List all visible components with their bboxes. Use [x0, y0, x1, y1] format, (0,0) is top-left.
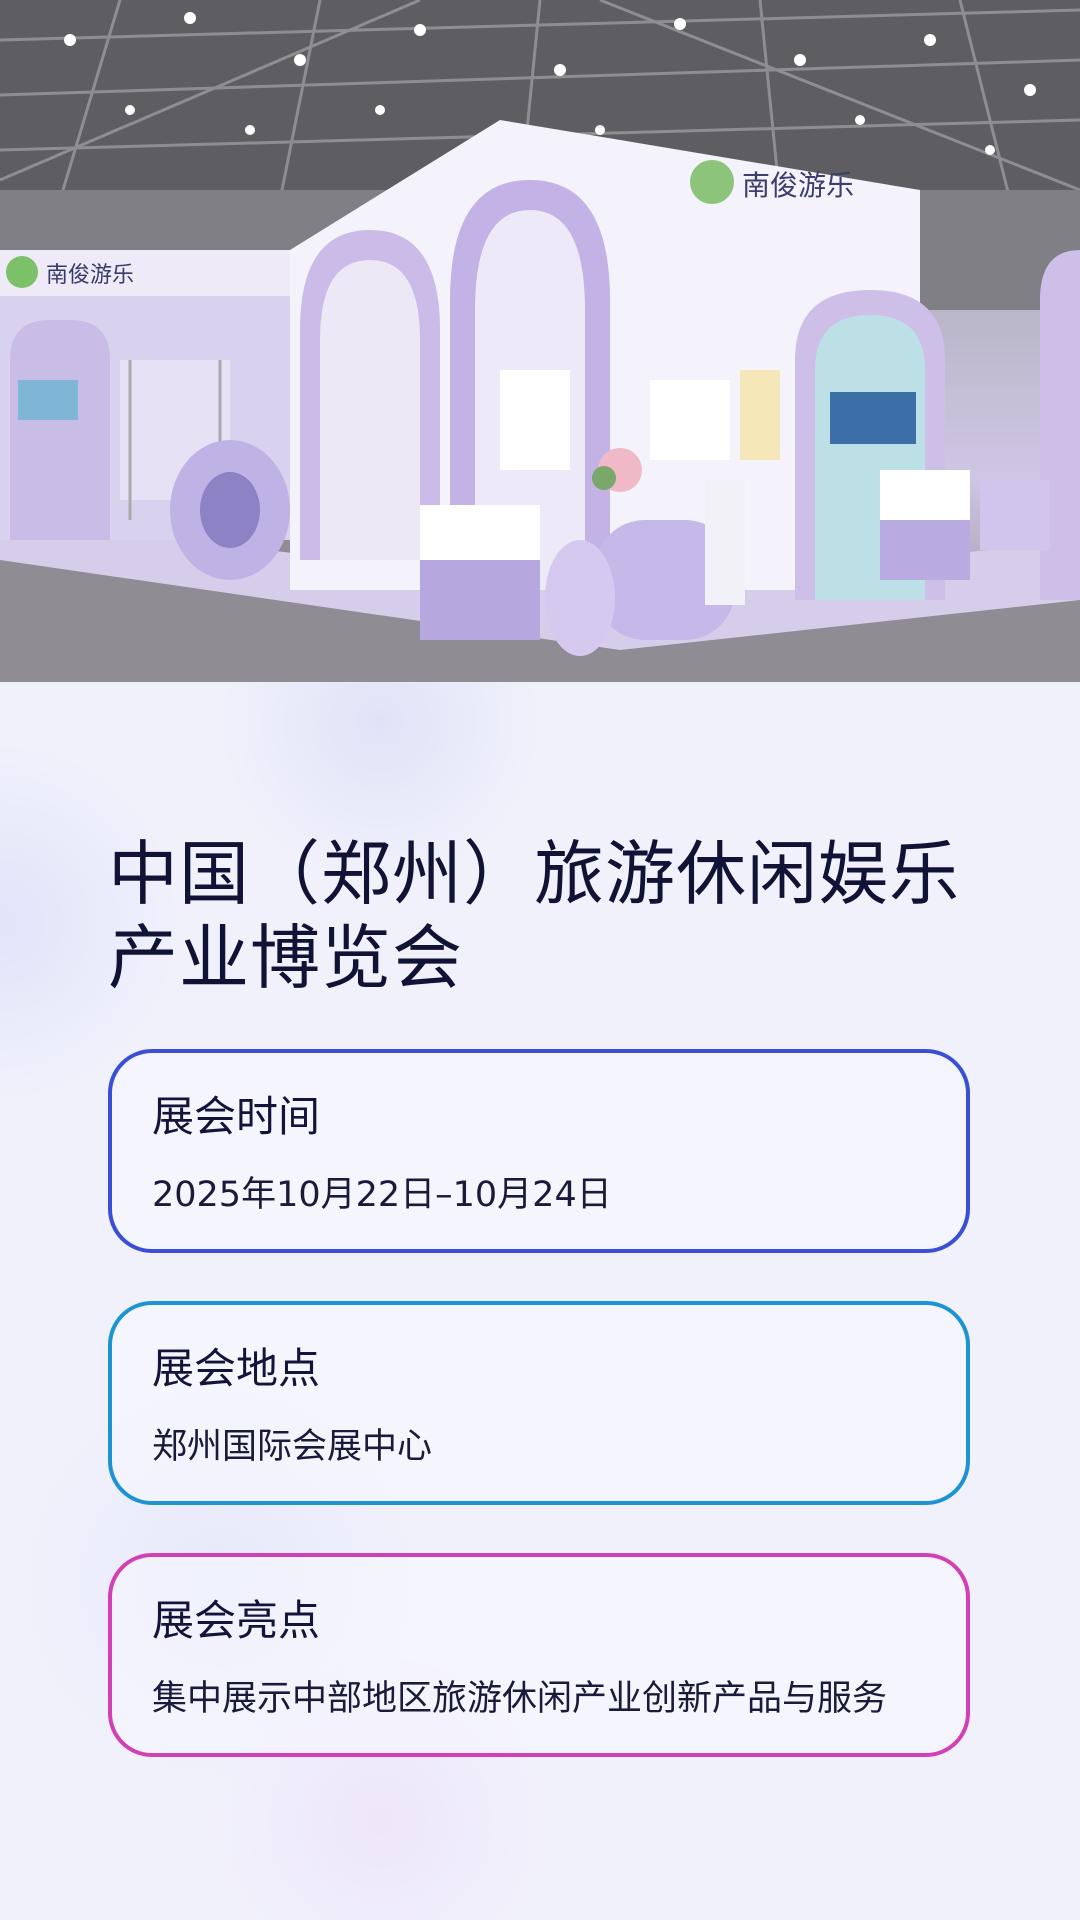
hero-photo: 南俊游乐 南俊游乐 — [0, 0, 1080, 682]
info-card-value: 集中展示中部地区旅游休闲产业创新产品与服务 — [152, 1679, 888, 1719]
page-title: 中国（郑州）旅游休闲娱乐产业博览会 — [108, 833, 960, 999]
info-card-label: 展会地点 — [152, 1344, 321, 1393]
info-card-venue: 展会地点 郑州国际会展中心 — [108, 1301, 970, 1505]
svg-text:南俊游乐: 南俊游乐 — [46, 263, 134, 288]
exhibition-info-section: 中国（郑州）旅游休闲娱乐产业博览会 展会时间 2025年10月22日–10月24… — [0, 682, 1080, 1920]
info-card-value: 2025年10月22日–10月24日 — [152, 1175, 612, 1215]
info-card-value: 郑州国际会展中心 — [152, 1427, 433, 1467]
info-card-label: 展会亮点 — [152, 1596, 321, 1645]
exhibition-booth-illustration: 南俊游乐 南俊游乐 — [0, 0, 1080, 682]
info-card-highlight: 展会亮点 集中展示中部地区旅游休闲产业创新产品与服务 — [108, 1553, 970, 1757]
info-card-time: 展会时间 2025年10月22日–10月24日 — [108, 1049, 970, 1253]
svg-text:南俊游乐: 南俊游乐 — [742, 169, 854, 202]
info-card-label: 展会时间 — [152, 1092, 321, 1141]
